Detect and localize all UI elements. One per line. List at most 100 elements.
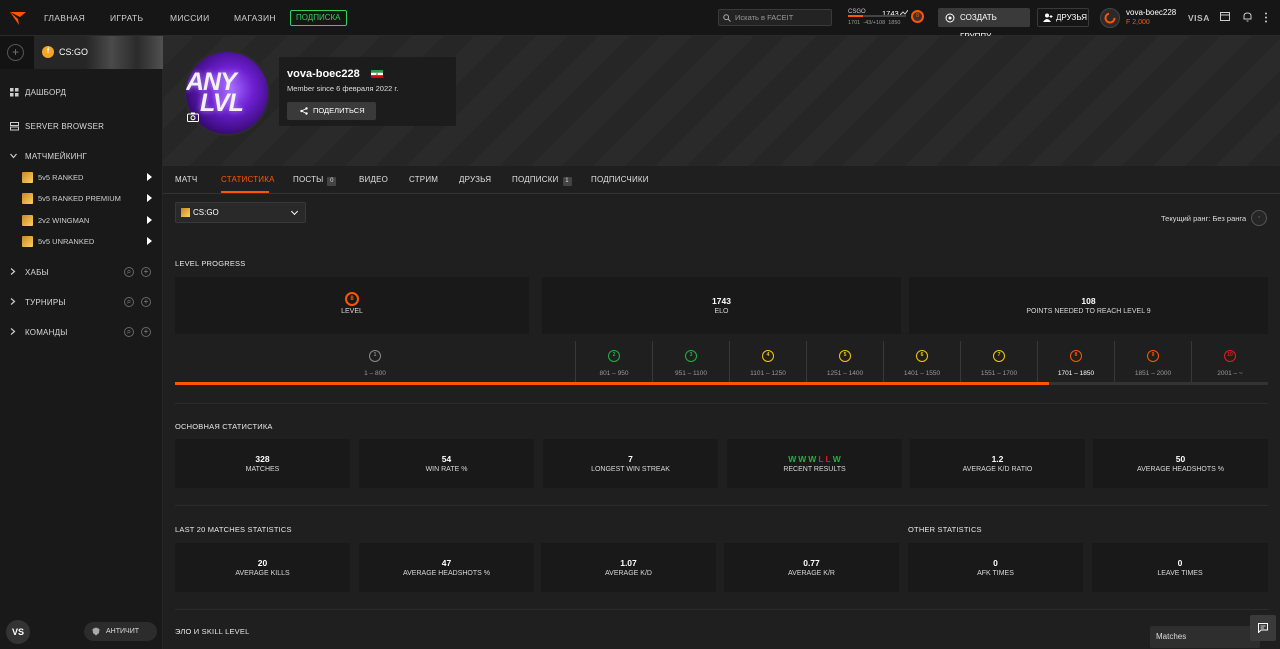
- queue-5v5-ranked[interactable]: 5v5 RANKED: [22, 171, 154, 185]
- iran-flag-icon: [371, 70, 383, 78]
- tab-match[interactable]: МАТЧ: [175, 175, 197, 184]
- user-menu[interactable]: vova-boec228 F 2,000: [1098, 6, 1180, 30]
- search-icon[interactable]: ⌕: [124, 297, 134, 307]
- level-6-icon: 6: [916, 350, 928, 362]
- queue-icon: [22, 215, 33, 226]
- search-icon[interactable]: ⌕: [124, 267, 134, 277]
- tab-friends[interactable]: ДРУЗЬЯ: [459, 175, 491, 184]
- nav-shop[interactable]: МАГАЗИН: [234, 13, 276, 23]
- divider: [175, 403, 1268, 404]
- queue-label: 2v2 WINGMAN: [38, 216, 90, 225]
- level-range-label: 1701 – 1850: [1057, 370, 1095, 377]
- chat-button[interactable]: [1250, 615, 1276, 641]
- subscribe-button[interactable]: ПОДПИСКА: [290, 10, 347, 26]
- queue-label: 5v5 RANKED PREMIUM: [38, 194, 121, 203]
- elo-mini-progress: [848, 15, 864, 17]
- level-8-icon: 8: [1070, 350, 1082, 362]
- chevron-down-icon: [10, 153, 17, 159]
- tab-video[interactable]: ВИДЕО: [359, 175, 388, 184]
- group-icon: [945, 13, 955, 23]
- nav-play[interactable]: ИГРАТЬ: [110, 13, 143, 23]
- level-range-label: 1551 – 1700: [980, 370, 1018, 377]
- queue-icon: [22, 172, 33, 183]
- friends-icon: [1043, 13, 1053, 22]
- create-group-button[interactable]: СОЗДАТЬ ГРУППУ: [938, 8, 1030, 41]
- queue-2v2-wingman[interactable]: 2v2 WINGMAN: [22, 214, 154, 228]
- level-4-icon: 4: [762, 350, 774, 362]
- tab-label: ПОДПИСКИ: [512, 175, 559, 184]
- current-rank: Текущий ранг: Без ранга: [1161, 214, 1247, 223]
- queue-5v5-ranked-premium[interactable]: 5v5 RANKED PREMIUM: [22, 192, 154, 206]
- csgo-icon: f: [42, 46, 54, 58]
- nav-home[interactable]: ГЛАВНАЯ: [44, 13, 85, 23]
- tab-statistics[interactable]: СТАТИСТИКА: [221, 175, 275, 184]
- nav-missions[interactable]: МИССИИ: [170, 13, 210, 23]
- tab-label: ПОДПИСЧИКИ: [591, 175, 649, 184]
- tab-posts[interactable]: ПОСТЫ 0: [293, 175, 337, 186]
- tab-label: СТРИМ: [409, 175, 439, 184]
- card-label: AVERAGE HEADSHOTS %: [1136, 466, 1224, 473]
- main-stats-title: ОСНОВНАЯ СТАТИСТИКА: [175, 422, 273, 431]
- result-win: W: [798, 454, 807, 464]
- card-label: LONGEST WIN STREAK: [591, 466, 670, 473]
- profile-username: vova-boec228: [287, 68, 360, 80]
- user-name: vova-boec228: [1126, 8, 1177, 17]
- level-range-label: 1401 – 1550: [903, 370, 941, 377]
- notification-bell-icon[interactable]: [1243, 12, 1252, 22]
- profile-tabs: МАТЧ СТАТИСТИКА ПОСТЫ 0 ВИДЕО СТРИМ ДРУЗЬ…: [163, 166, 1280, 194]
- search-icon[interactable]: ⌕: [124, 327, 134, 337]
- card-value: 108: [1081, 296, 1096, 306]
- more-menu-icon[interactable]: [1264, 12, 1268, 23]
- chat-icon: [1258, 623, 1268, 633]
- tab-stream[interactable]: СТРИМ: [409, 175, 438, 184]
- card-label: LEAVE TIMES: [1157, 570, 1203, 577]
- game-select[interactable]: CS:GO: [175, 202, 306, 223]
- stat-card-longest-streak: 7 LONGEST WIN STREAK: [543, 439, 718, 488]
- profile-info-card: vova-boec228 Member since 6 февраля 2022…: [279, 57, 456, 126]
- dashboard-icon: [10, 88, 19, 97]
- tab-subscriptions[interactable]: ПОДПИСКИ 1: [512, 175, 572, 186]
- level-card: 8 LEVEL: [175, 277, 529, 334]
- add-game-button[interactable]: +: [7, 44, 24, 61]
- vs-button[interactable]: VS: [6, 620, 30, 644]
- tab-subscribers[interactable]: ПОДПИСЧИКИ: [591, 175, 649, 184]
- anticheat-button[interactable]: АНТИЧИТ: [84, 622, 157, 641]
- add-icon[interactable]: +: [141, 327, 151, 337]
- search-box[interactable]: [718, 9, 832, 26]
- search-input[interactable]: [735, 11, 829, 24]
- stat-card-leave-times: 0 LEAVE TIMES: [1092, 543, 1268, 592]
- sidebar-item-label: ТУРНИРЫ: [25, 298, 66, 307]
- level-icon: 8: [345, 292, 359, 306]
- level-range-label: 1 – 800: [364, 370, 386, 377]
- stat-card-avg-headshots: 47 AVERAGE HEADSHOTS %: [359, 543, 534, 592]
- level-range-9: 9 1851 – 2000: [1114, 341, 1191, 384]
- shield-icon: [92, 627, 100, 636]
- queue-5v5-unranked[interactable]: 5v5 UNRANKED: [22, 235, 154, 249]
- play-arrow-icon: [147, 216, 152, 224]
- matches-dropdown[interactable]: Matches: [1150, 626, 1260, 648]
- share-icon: [300, 107, 308, 115]
- chevron-down-icon: [290, 207, 299, 216]
- stat-card-avg-kills: 20 AVERAGE KILLS: [175, 543, 350, 592]
- level-ranges: 1 1 – 800 2 801 – 950 3 951 – 1100 4 1101 – 125…: [175, 341, 1268, 384]
- divider: [175, 505, 1268, 506]
- add-icon[interactable]: +: [141, 297, 151, 307]
- game-tile-csgo[interactable]: f CS:GO: [34, 36, 163, 69]
- visa-link[interactable]: VISA: [1188, 13, 1210, 23]
- anticheat-label: АНТИЧИТ: [106, 628, 140, 635]
- level-progress-bar: [175, 382, 1268, 385]
- points-needed-card: 108 POINTS NEEDED TO REACH LEVEL 9: [909, 277, 1268, 334]
- level-icon: 8: [911, 10, 924, 23]
- elo-card: 1743 ELO: [542, 277, 901, 334]
- rank-icon: ◦: [1251, 210, 1267, 226]
- friends-button[interactable]: ДРУЗЬЯ: [1037, 8, 1089, 27]
- share-button[interactable]: ПОДЕЛИТЬСЯ: [287, 102, 376, 120]
- faceit-logo-icon[interactable]: [10, 11, 26, 25]
- result-win: W: [832, 454, 841, 464]
- elo-mini-widget[interactable]: CSGO 1743 1701 -43/+108 1850 8: [846, 9, 926, 29]
- camera-icon[interactable]: [187, 112, 199, 122]
- sidebar-item-label: КОМАНДЫ: [25, 328, 68, 337]
- hubs-actions: ⌕ +: [124, 267, 154, 278]
- add-icon[interactable]: +: [141, 267, 151, 277]
- wallet-icon[interactable]: [1220, 12, 1230, 21]
